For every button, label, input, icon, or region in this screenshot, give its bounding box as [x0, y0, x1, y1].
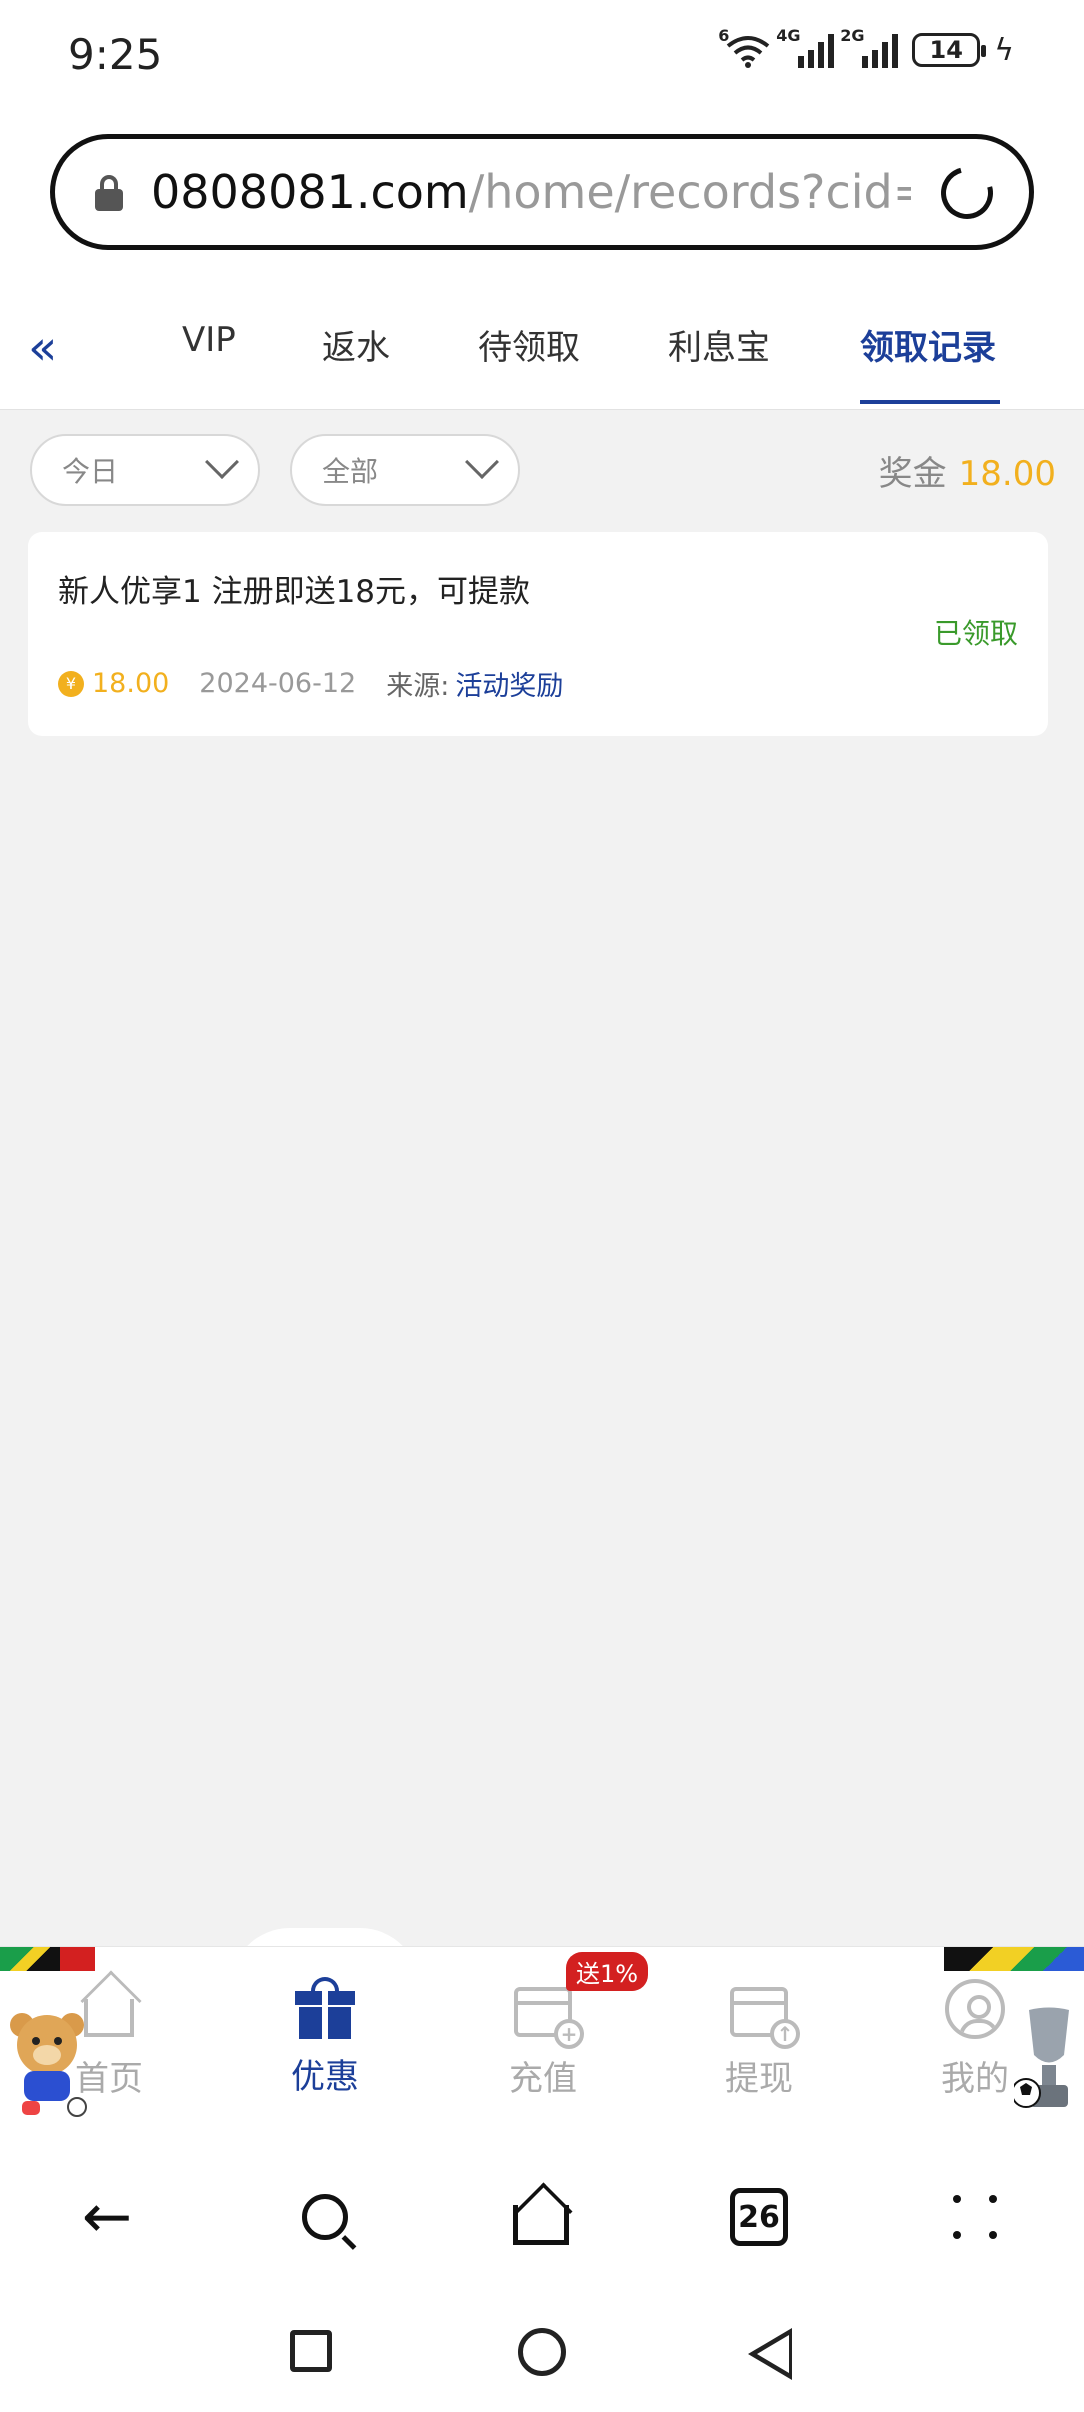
battery-icon: 14 — [912, 33, 987, 67]
browser-menu-button[interactable] — [940, 2182, 1010, 2252]
record-status: 已领取 — [933, 617, 1018, 650]
active-tab-indicator — [860, 400, 1000, 404]
tabs-count: 26 — [730, 2188, 788, 2246]
arrow-left-icon: ← — [81, 2182, 133, 2252]
tab-interest[interactable]: 利息宝 — [668, 320, 770, 369]
url-text[interactable]: 0808081.com/home/records?cid=4 — [151, 165, 911, 219]
withdraw-icon: ↑ — [730, 1987, 800, 2049]
type-filter-select[interactable]: 全部 — [290, 434, 520, 506]
record-source-label: 来源: — [386, 671, 450, 702]
signal-icon-4g: 4G — [776, 26, 835, 68]
browser-back-button[interactable]: ← — [72, 2182, 142, 2252]
tab-bar: « VIP 返水 待领取 利息宝 领取记录 — [0, 280, 1084, 410]
coin-icon: ¥ — [58, 670, 84, 697]
browser-url-area: 0808081.com/home/records?cid=4 — [0, 110, 1084, 280]
nav-deposit[interactable]: + 充值 — [468, 1977, 618, 2100]
status-bar: 9:25 6 4G 2G 14 ϟ — [0, 0, 1084, 110]
deposit-bonus-badge: 送1% — [566, 1952, 649, 1991]
record-source: 活动奖励 — [455, 671, 564, 702]
lock-icon — [95, 175, 123, 211]
decoration-flag — [0, 1947, 60, 1971]
browser-tabs-button[interactable]: 26 — [724, 2182, 794, 2252]
system-back-button[interactable] — [748, 2328, 792, 2380]
charging-icon: ϟ — [994, 32, 1014, 68]
more-dots-icon — [953, 2195, 997, 2239]
system-home-button[interactable] — [518, 2328, 566, 2376]
bonus-total: 奖金 18.00 — [879, 446, 1056, 495]
double-chevron-left-icon[interactable]: « — [28, 320, 57, 376]
record-amount: 18.00 — [92, 668, 170, 699]
chevron-down-icon — [465, 445, 499, 479]
system-nav-bar — [0, 2292, 1084, 2412]
record-meta: ¥ 18.00 2024-06-12 来源: 活动奖励 — [58, 664, 563, 703]
reload-icon[interactable] — [931, 157, 1003, 229]
home-icon — [84, 1999, 134, 2037]
tab-records[interactable]: 领取记录 — [860, 320, 996, 369]
tab-pending[interactable]: 待领取 — [478, 320, 580, 369]
browser-home-button[interactable] — [506, 2182, 576, 2252]
date-filter-select[interactable]: 今日 — [30, 434, 260, 506]
bonus-label: 奖金 — [878, 454, 947, 494]
bonus-value: 18.00 — [958, 454, 1056, 494]
chevron-down-icon — [205, 445, 239, 479]
decoration-flag — [60, 1947, 130, 1971]
deposit-icon: + — [514, 1987, 584, 2049]
decoration-flag — [944, 1947, 1084, 1971]
tab-vip[interactable]: VIP — [182, 320, 236, 360]
tab-rebate[interactable]: 返水 — [322, 320, 390, 369]
date-filter-value: 今日 — [62, 455, 119, 488]
app-bottom-nav: 首页 优惠 + 充值 ↑ 提现 我的 — [0, 1946, 1084, 2126]
signal-icon-2g: 2G — [840, 26, 899, 68]
gift-icon — [295, 1977, 355, 2039]
status-time: 9:25 — [68, 30, 163, 79]
nav-profile[interactable]: 我的 — [900, 1977, 1050, 2100]
record-title: 新人优享1 注册即送18元，可提款 — [58, 574, 531, 610]
home-icon — [513, 2205, 569, 2245]
user-icon — [945, 1979, 1005, 2039]
nav-home[interactable]: 首页 — [34, 1977, 184, 2100]
record-card: 新人优享1 注册即送18元，可提款 已领取 ¥ 18.00 2024-06-12… — [28, 532, 1048, 736]
type-filter-value: 全部 — [322, 455, 379, 488]
browser-search-button[interactable] — [290, 2182, 360, 2252]
status-icons: 6 4G 2G 14 ϟ — [718, 26, 1014, 68]
record-date: 2024-06-12 — [199, 668, 357, 699]
wifi-icon: 6 — [718, 26, 770, 68]
recent-apps-button[interactable] — [290, 2330, 332, 2372]
search-icon — [302, 2194, 348, 2240]
url-bar[interactable]: 0808081.com/home/records?cid=4 — [50, 134, 1034, 250]
browser-toolbar: ← 26 — [0, 2126, 1084, 2292]
nav-withdraw[interactable]: ↑ 提现 — [684, 1977, 834, 2100]
nav-promotions[interactable]: 优惠 — [250, 1977, 400, 2098]
